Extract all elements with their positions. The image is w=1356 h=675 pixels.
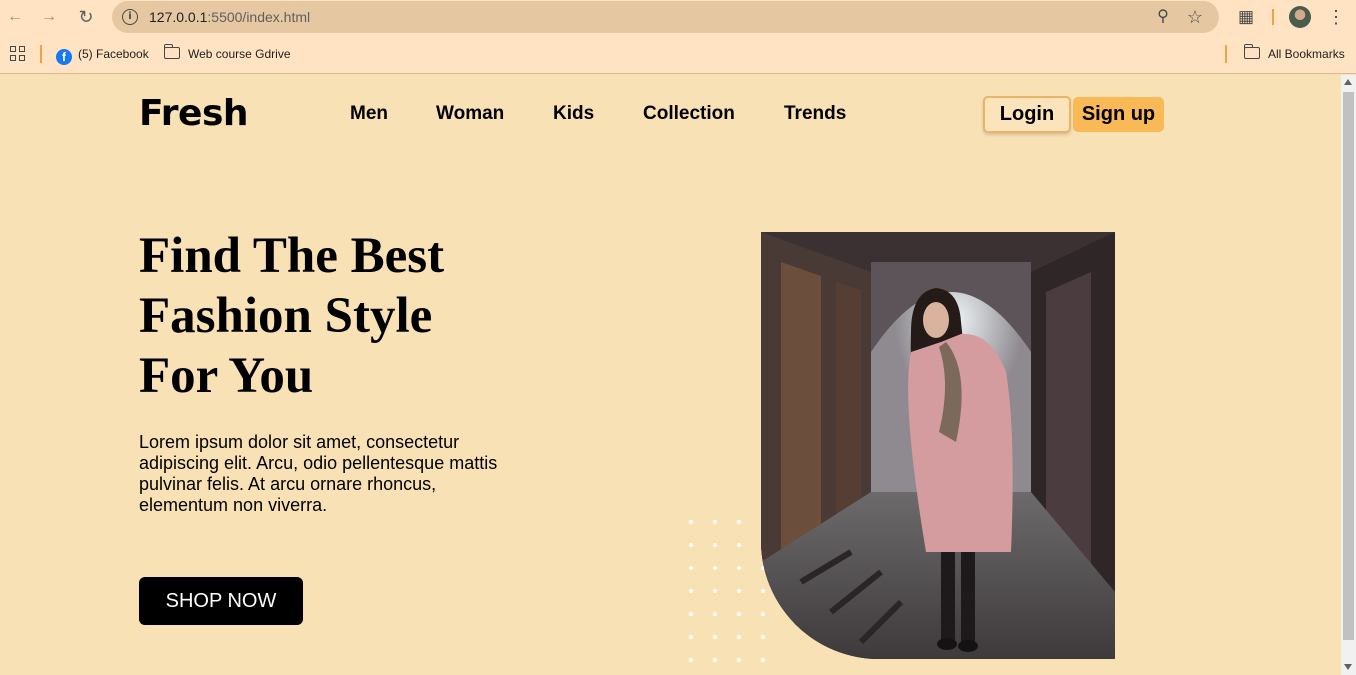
address-bar[interactable]: i 127.0.0.1:5500/index.html ⚲ ☆ — [112, 1, 1219, 33]
bookmarks-separator — [40, 45, 42, 63]
signup-button[interactable]: Sign up — [1073, 97, 1164, 132]
menu-icon[interactable]: ⋮ — [1325, 6, 1347, 28]
login-button[interactable]: Login — [983, 96, 1071, 133]
decorative-dot — [689, 543, 693, 547]
bookmark-facebook[interactable]: f (5) Facebook — [56, 45, 149, 65]
nav-link-woman[interactable]: Woman — [436, 103, 504, 125]
decorative-dot — [737, 589, 741, 593]
apps-grid-icon[interactable] — [10, 46, 26, 62]
nav-link-men[interactable]: Men — [350, 103, 388, 125]
toolbar-separator — [1272, 9, 1274, 25]
scroll-thumb[interactable] — [1343, 92, 1354, 640]
star-icon[interactable]: ☆ — [1185, 7, 1205, 27]
scroll-up-arrow-icon[interactable] — [1344, 79, 1352, 85]
decorative-dot-grid — [689, 520, 769, 665]
all-bookmarks-label: All Bookmarks — [1268, 47, 1345, 61]
decorative-dot — [713, 520, 717, 524]
decorative-dot — [737, 566, 741, 570]
decorative-dot — [761, 635, 765, 639]
zoom-icon[interactable]: ⚲ — [1153, 7, 1173, 27]
hero-title-line: Fashion Style — [139, 288, 433, 344]
all-bookmarks[interactable]: All Bookmarks — [1243, 44, 1345, 63]
page-scrollbar[interactable] — [1341, 75, 1356, 675]
bookmarks-bar: f (5) Facebook Web course Gdrive All Book… — [0, 34, 1356, 74]
decorative-dot — [713, 589, 717, 593]
folder-icon — [163, 44, 180, 59]
hero-description: Lorem ipsum dolor sit amet, consectetur … — [139, 432, 498, 515]
decorative-dot — [689, 520, 693, 524]
decorative-dot — [689, 589, 693, 593]
extensions-icon[interactable]: ▦ — [1235, 6, 1257, 28]
hero-title-line: For You — [139, 348, 314, 404]
decorative-dot — [737, 635, 741, 639]
decorative-dot — [689, 612, 693, 616]
decorative-dot — [689, 658, 693, 662]
decorative-dot — [713, 566, 717, 570]
decorative-dot — [761, 612, 765, 616]
profile-avatar[interactable] — [1289, 6, 1311, 28]
decorative-dot — [689, 635, 693, 639]
forward-icon[interactable]: → — [39, 7, 59, 27]
hero-title-line: Find The Best — [139, 228, 445, 284]
decorative-dot — [713, 543, 717, 547]
nav-link-kids[interactable]: Kids — [553, 103, 594, 125]
nav-link-collection[interactable]: Collection — [643, 103, 735, 125]
hero-title: Find The Best Fashion Style For You — [139, 226, 539, 406]
site-info-icon[interactable]: i — [122, 9, 138, 25]
decorative-dot — [689, 566, 693, 570]
scroll-down-arrow-icon[interactable] — [1344, 664, 1352, 670]
decorative-dot — [713, 612, 717, 616]
decorative-dot — [737, 658, 741, 662]
bookmark-folder-label: Web course Gdrive — [188, 47, 291, 61]
browser-toolbar: ← → ↻ i 127.0.0.1:5500/index.html ⚲ ☆ ▦ … — [0, 0, 1356, 34]
url-host: 127.0.0.1 — [149, 9, 208, 25]
decorative-dot — [761, 589, 765, 593]
folder-icon — [1243, 44, 1260, 59]
nav-link-trends[interactable]: Trends — [784, 103, 846, 125]
shop-now-button[interactable]: SHOP NOW — [139, 577, 303, 625]
decorative-dot — [713, 635, 717, 639]
decorative-dot — [737, 520, 741, 524]
decorative-dot — [761, 658, 765, 662]
facebook-icon: f — [56, 49, 72, 65]
site-logo[interactable]: Fresh — [139, 93, 249, 134]
reload-icon[interactable]: ↻ — [76, 7, 96, 27]
hero-fashion-photo — [761, 232, 1115, 659]
url-path: :5500/index.html — [207, 9, 311, 25]
bookmarks-separator-right — [1225, 45, 1227, 63]
decorative-dot — [737, 612, 741, 616]
decorative-dot — [713, 658, 717, 662]
back-icon[interactable]: ← — [5, 7, 25, 27]
decorative-dot — [737, 543, 741, 547]
bookmark-folder-web-course[interactable]: Web course Gdrive — [163, 44, 291, 63]
bookmark-facebook-label: (5) Facebook — [78, 47, 149, 61]
url-text[interactable]: 127.0.0.1:5500/index.html — [149, 9, 310, 25]
